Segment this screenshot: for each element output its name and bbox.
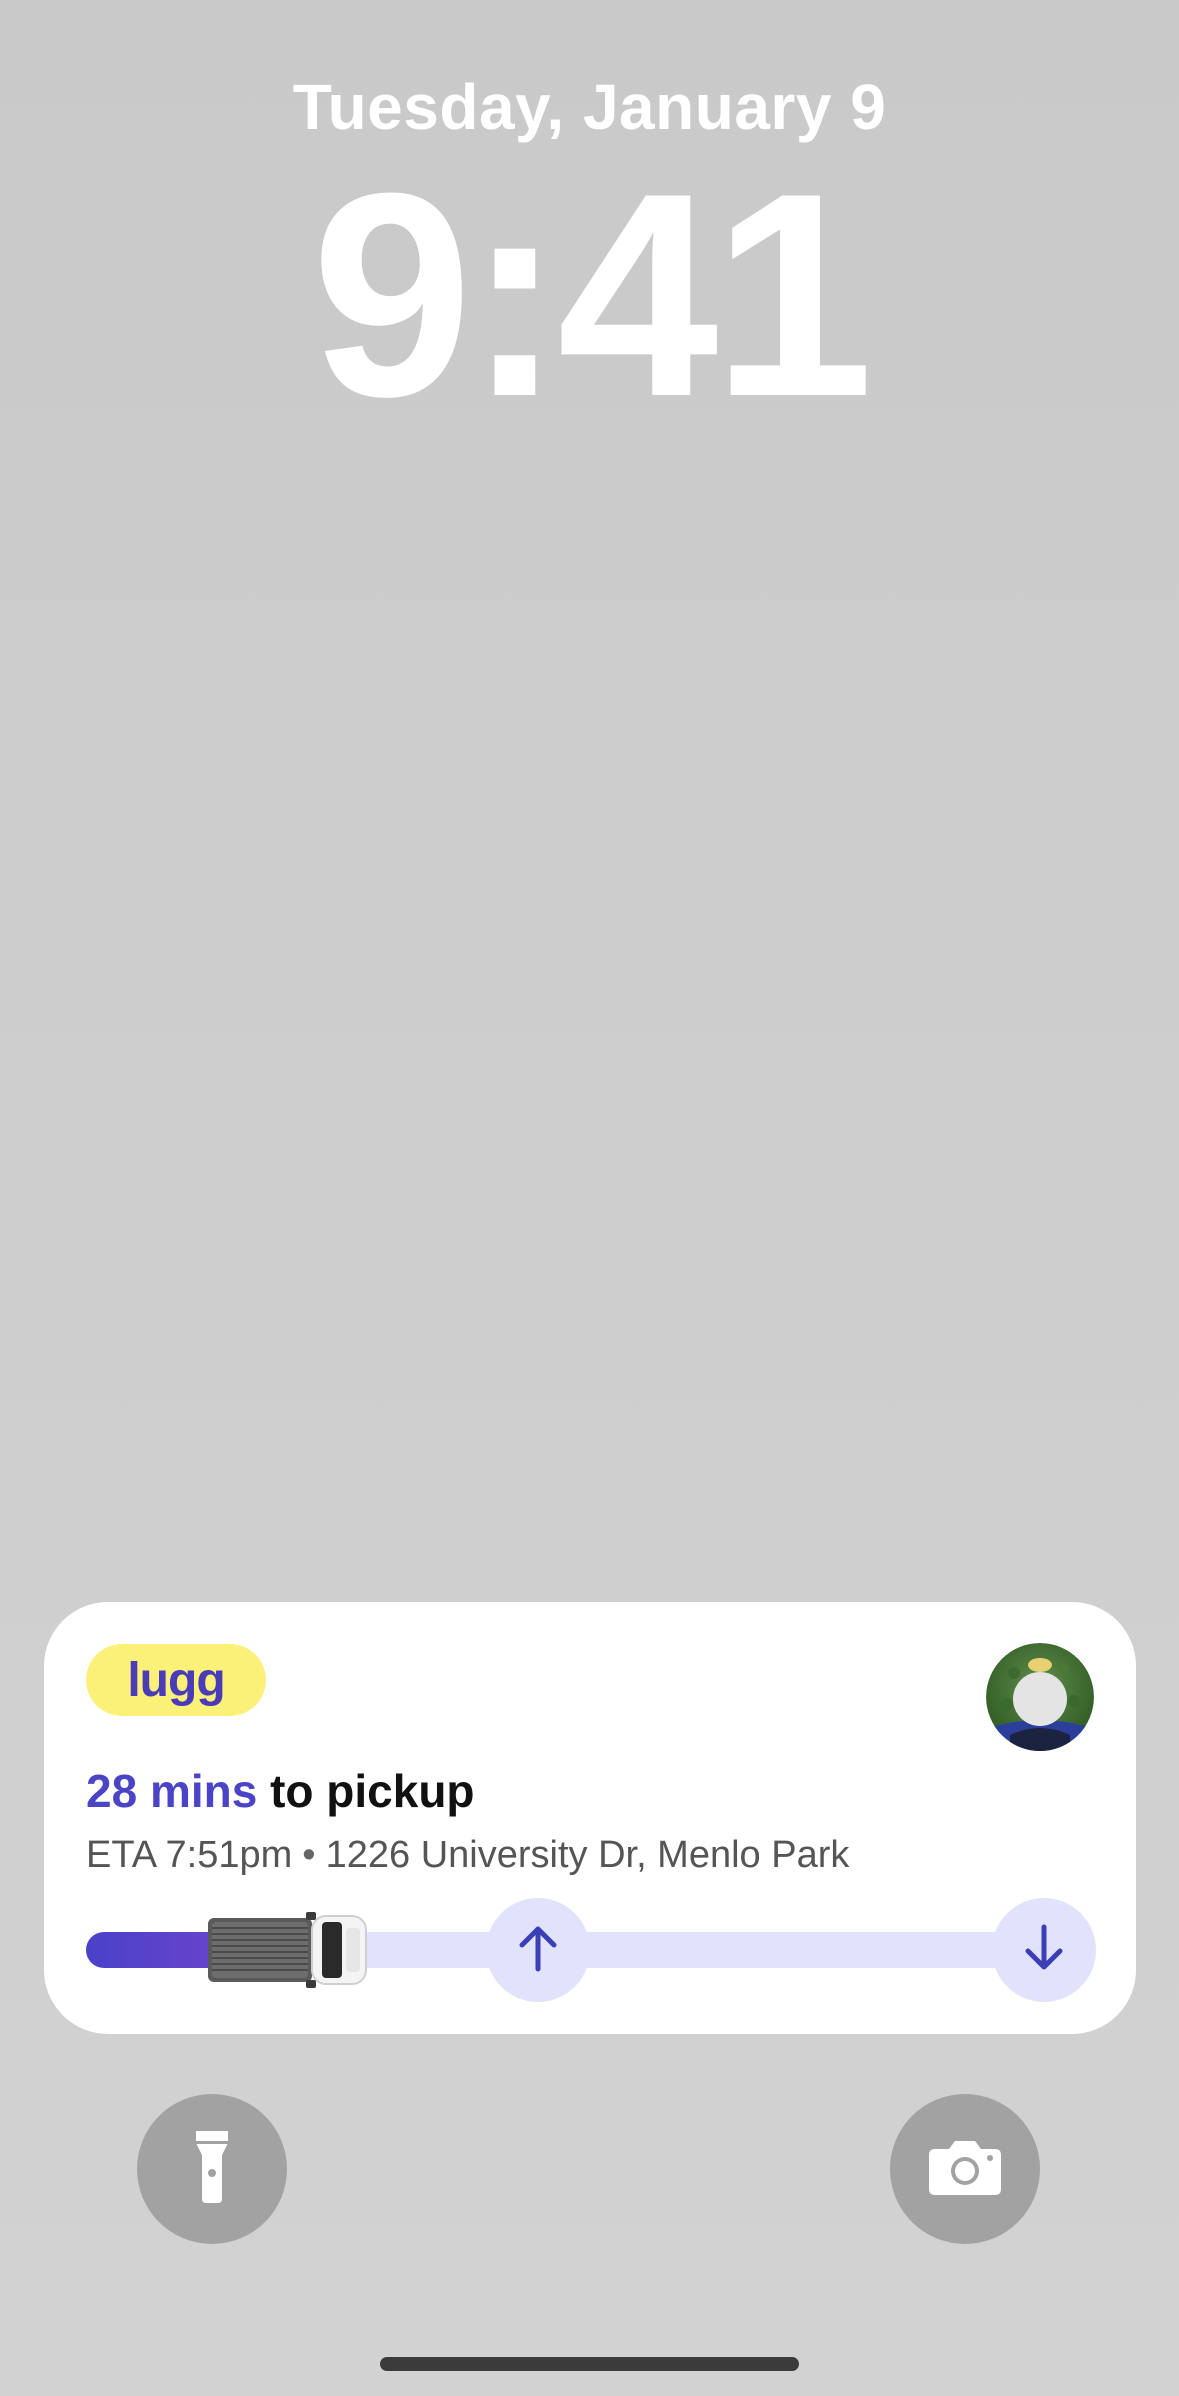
pickup-address: 1226 University Dr, Menlo Park	[325, 1834, 850, 1876]
arrow-down-icon	[1022, 1923, 1066, 1978]
lock-time: 9:41	[311, 133, 873, 457]
brand-logo: lugg	[86, 1644, 266, 1716]
eta-headline-rest: to pickup	[257, 1765, 475, 1817]
eta-headline: 28 mins to pickup	[86, 1764, 475, 1818]
camera-icon	[927, 2137, 1003, 2202]
arrow-up-icon	[516, 1923, 560, 1978]
truck-icon	[204, 1912, 370, 1988]
lock-screen: Tuesday, January 9 9:41 lugg 28 mins to …	[0, 0, 1179, 2396]
flashlight-button[interactable]	[137, 2094, 287, 2244]
flashlight-icon	[192, 2129, 232, 2210]
dropoff-stop	[992, 1898, 1096, 2002]
eta-time: ETA 7:51pm	[86, 1834, 293, 1876]
eta-details: ETA 7:51pm • 1226 University Dr, Menlo Par…	[86, 1834, 849, 1877]
camera-button[interactable]	[890, 2094, 1040, 2244]
live-activity-card[interactable]: lugg 28 mins to pickup ETA 7:51pm • 1226…	[44, 1602, 1136, 2034]
home-indicator[interactable]	[380, 2357, 799, 2371]
eta-minutes: 28 mins	[86, 1765, 258, 1817]
separator-dot: •	[302, 1834, 316, 1876]
driver-avatar	[986, 1643, 1094, 1751]
pickup-stop	[486, 1898, 590, 2002]
